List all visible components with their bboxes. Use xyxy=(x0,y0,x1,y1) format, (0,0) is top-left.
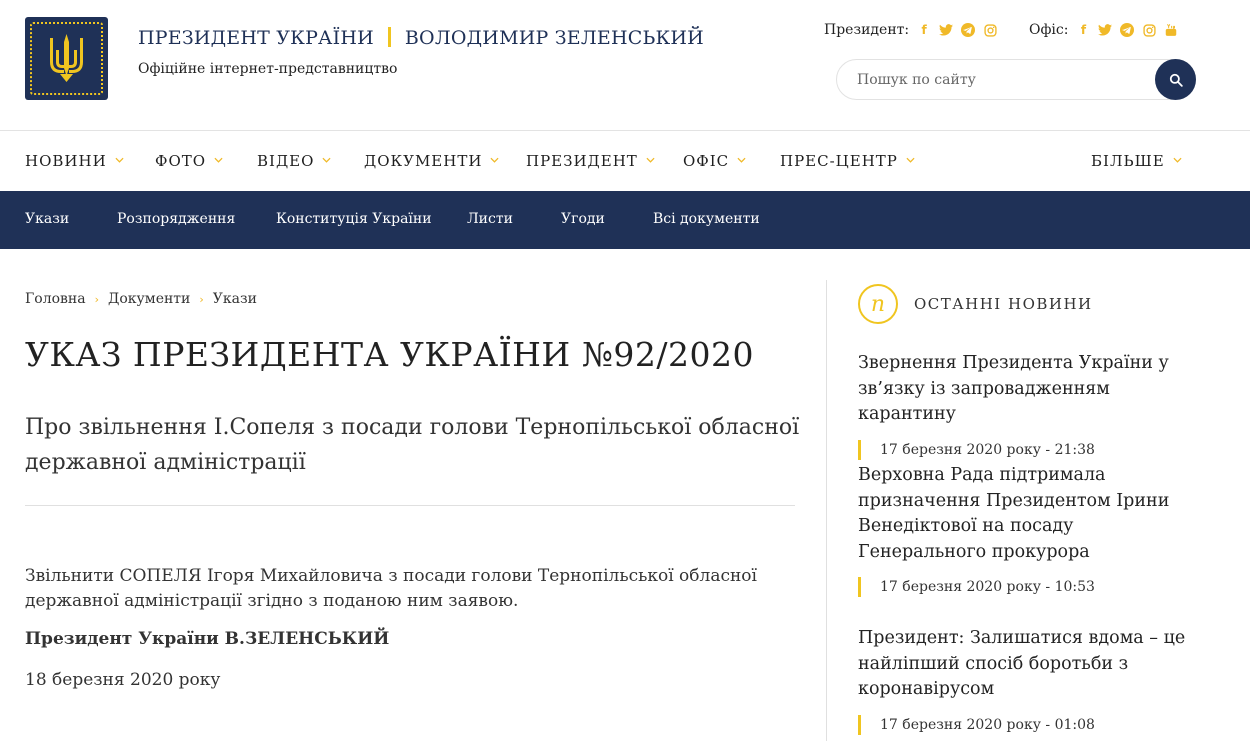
coat-of-arms-logo[interactable] xyxy=(25,17,108,100)
nav-item-label: ОФІС xyxy=(683,152,730,170)
instagram-icon[interactable] xyxy=(1138,21,1160,39)
telegram-icon[interactable] xyxy=(957,21,979,39)
site-header: ПРЕЗИДЕНТ УКРАЇНИ ВОЛОДИМИР ЗЕЛЕНСЬКИЙ Оф… xyxy=(0,0,1250,131)
social-office-label: Офіс: xyxy=(1029,22,1069,38)
nav-item-press-center[interactable]: ПРЕС-ЦЕНТР xyxy=(780,152,915,170)
news-item-date: 17 березня 2020 року - 01:08 xyxy=(858,714,1198,735)
nav-item-documents[interactable]: ДОКУМЕНТИ xyxy=(364,152,499,170)
chevron-down-icon xyxy=(214,157,223,163)
nav-item-label: БІЛЬШЕ xyxy=(1091,152,1165,170)
chevron-down-icon xyxy=(490,157,499,163)
search-box xyxy=(836,59,1196,100)
site-subtitle: Офіційне інтернет-представництво xyxy=(138,61,398,77)
documents-subnav: Укази Розпорядження Конституція України … xyxy=(0,191,1250,249)
social-president-label: Президент: xyxy=(824,22,910,38)
news-item-title[interactable]: Президент: Залишатися вдома – це найліпш… xyxy=(858,626,1198,703)
main-navigation: НОВИНИ ФОТО ВІДЕО ДОКУМЕНТИ ПРЕЗИДЕНТ ОФ… xyxy=(0,132,1250,191)
search-button[interactable] xyxy=(1155,59,1196,100)
sidebar-divider xyxy=(826,280,827,741)
document-date: 18 березня 2020 року xyxy=(25,670,221,690)
news-item[interactable]: Президент: Залишатися вдома – це найліпш… xyxy=(858,626,1198,735)
breadcrumb-decrees[interactable]: Укази xyxy=(213,291,257,307)
news-item-date: 17 березня 2020 року - 10:53 xyxy=(858,577,1198,597)
trident-icon xyxy=(50,34,83,82)
news-badge-icon: n xyxy=(858,284,898,324)
twitter-icon[interactable] xyxy=(1094,21,1116,39)
page-title: УКАЗ ПРЕЗИДЕНТА УКРАЇНИ №92/2020 xyxy=(25,335,755,374)
chevron-down-icon xyxy=(322,157,331,163)
chevron-down-icon xyxy=(906,157,915,163)
document-subtitle: Про звільнення І.Сопеля з посади голови … xyxy=(25,415,800,475)
chevron-right-icon: › xyxy=(94,292,99,306)
youtube-icon[interactable] xyxy=(1160,21,1182,39)
search-icon xyxy=(1169,73,1183,87)
document-signature: Президент України В.ЗЕЛЕНСЬКИЙ xyxy=(25,629,390,649)
nav-item-label: ПРЕС-ЦЕНТР xyxy=(780,152,898,170)
news-item-date: 17 березня 2020 року - 21:38 xyxy=(858,439,1198,460)
subnav-item-orders[interactable]: Розпорядження xyxy=(117,211,235,227)
chevron-down-icon xyxy=(1173,157,1182,163)
breadcrumb-documents[interactable]: Документи xyxy=(108,291,190,307)
chevron-down-icon xyxy=(737,157,746,163)
social-links-office: Офіс: f xyxy=(1029,21,1182,39)
facebook-icon[interactable]: f xyxy=(1072,21,1094,39)
nav-item-photo[interactable]: ФОТО xyxy=(155,152,223,170)
news-item[interactable]: Верховна Рада підтримала призначення Пре… xyxy=(858,463,1198,597)
subnav-item-agreements[interactable]: Угоди xyxy=(561,211,605,227)
title-separator xyxy=(387,27,391,47)
facebook-icon[interactable]: f xyxy=(913,21,935,39)
site-title-name: ВОЛОДИМИР ЗЕЛЕНСЬКИЙ xyxy=(404,27,704,49)
document-body: Звільнити СОПЕЛЯ Ігоря Михайловича з пос… xyxy=(25,566,757,611)
news-item-title[interactable]: Звернення Президента України у зв’язку і… xyxy=(858,351,1198,428)
chevron-down-icon xyxy=(115,157,124,163)
news-item-title[interactable]: Верховна Рада підтримала призначення Пре… xyxy=(858,463,1198,565)
content-divider xyxy=(25,505,795,506)
social-links-president: Президент: f xyxy=(824,21,1001,39)
nav-item-news[interactable]: НОВИНИ xyxy=(25,152,124,170)
nav-item-more[interactable]: БІЛЬШЕ xyxy=(1091,152,1182,170)
site-title-president: ПРЕЗИДЕНТ УКРАЇНИ xyxy=(138,27,374,49)
latest-news-heading: ОСТАННІ НОВИНИ xyxy=(914,295,1093,313)
twitter-icon[interactable] xyxy=(935,21,957,39)
telegram-icon[interactable] xyxy=(1116,21,1138,39)
nav-item-president[interactable]: ПРЕЗИДЕНТ xyxy=(526,152,655,170)
nav-item-label: ДОКУМЕНТИ xyxy=(364,152,483,170)
subnav-item-letters[interactable]: Листи xyxy=(467,211,513,227)
breadcrumb: Головна › Документи › Укази xyxy=(25,291,257,307)
site-title[interactable]: ПРЕЗИДЕНТ УКРАЇНИ ВОЛОДИМИР ЗЕЛЕНСЬКИЙ xyxy=(138,27,704,49)
nav-item-label: ФОТО xyxy=(155,152,207,170)
subnav-item-decrees[interactable]: Укази xyxy=(25,211,69,227)
subnav-item-constitution[interactable]: Конституція України xyxy=(276,211,432,227)
nav-item-office[interactable]: ОФІС xyxy=(683,152,746,170)
subnav-item-all-documents[interactable]: Всі документи xyxy=(653,211,760,227)
nav-item-label: ПРЕЗИДЕНТ xyxy=(526,152,638,170)
nav-item-video[interactable]: ВІДЕО xyxy=(257,152,331,170)
chevron-down-icon xyxy=(646,157,655,163)
news-item[interactable]: Звернення Президента України у зв’язку і… xyxy=(858,351,1198,460)
nav-item-label: ВІДЕО xyxy=(257,152,315,170)
chevron-right-icon: › xyxy=(199,292,204,306)
instagram-icon[interactable] xyxy=(979,21,1001,39)
breadcrumb-home[interactable]: Головна xyxy=(25,291,86,307)
nav-item-label: НОВИНИ xyxy=(25,152,107,170)
search-input[interactable] xyxy=(857,69,1147,91)
